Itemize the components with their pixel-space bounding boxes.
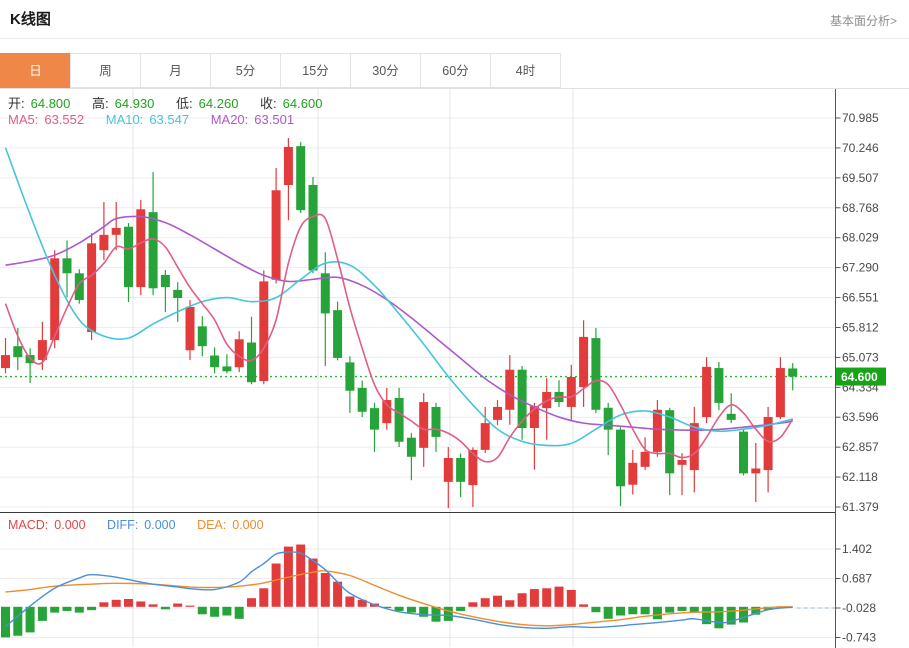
- price-tick-label: 68.029: [842, 231, 879, 245]
- macd-tick-label: -0.743: [842, 631, 876, 645]
- close-label: 收:: [260, 96, 277, 111]
- current-price-tag: 64.600: [836, 367, 886, 386]
- price-tick-label: 63.596: [842, 410, 879, 424]
- diff-label: DIFF:: [107, 518, 139, 532]
- price-tick-label: 62.857: [842, 440, 879, 454]
- diff-value: 0.000: [144, 518, 176, 532]
- price-tick-label: 62.118: [842, 470, 878, 484]
- open-label: 开:: [8, 96, 25, 111]
- macd-histogram-layer: [1, 544, 785, 638]
- svg-text:64.600: 64.600: [841, 370, 878, 384]
- ma5-value: 63.552: [44, 112, 85, 127]
- macd-label: MACD:: [8, 518, 49, 532]
- diff-line: [5, 551, 793, 630]
- price-tick-label: 68.768: [842, 201, 879, 215]
- price-tick-label: 61.379: [842, 500, 879, 514]
- open-value: 64.800: [30, 96, 71, 111]
- price-tick-label: 70.985: [842, 111, 879, 125]
- ma10-label: MA10:: [105, 112, 144, 127]
- macd-legend: MACD: 0.000 DIFF: 0.000 DEA: 0.000: [8, 518, 270, 532]
- price-tick-label: 70.246: [842, 141, 879, 155]
- macd-value: 0.000: [54, 518, 86, 532]
- high-label: 高:: [92, 96, 109, 111]
- macd-tick-label: 1.402: [842, 542, 872, 556]
- price-tick-label: 67.290: [842, 261, 879, 275]
- dea-value: 0.000: [232, 518, 264, 532]
- price-tick-label: 69.507: [842, 171, 879, 185]
- dea-label: DEA:: [197, 518, 227, 532]
- ma5-label: MA5:: [8, 112, 39, 127]
- macd-tick-label: 0.687: [842, 571, 872, 585]
- low-label: 低:: [176, 96, 193, 111]
- low-value: 64.260: [198, 96, 239, 111]
- ma20-label: MA20:: [210, 112, 249, 127]
- close-value: 64.600: [282, 96, 323, 111]
- price-tick-label: 65.073: [842, 350, 879, 364]
- price-tick-label: 65.812: [842, 320, 879, 334]
- ma20-value: 63.501: [254, 112, 295, 127]
- ohlc-legend: 开: 64.800 高: 64.930 低: 64.260 收: 64.600: [8, 93, 328, 112]
- high-value: 64.930: [114, 96, 155, 111]
- ma-legend: MA5: 63.552 MA10: 63.547 MA20: 63.501: [8, 112, 300, 127]
- candles-layer: [1, 138, 798, 509]
- price-tick-label: 66.551: [842, 291, 879, 305]
- ma10-value: 63.547: [149, 112, 190, 127]
- kline-app: K线图 基本面分析> 日周月 5分 15分 30分 60分 4时 70.985 70.246…: [0, 0, 909, 648]
- macd-tick-label: -0.028: [842, 601, 876, 615]
